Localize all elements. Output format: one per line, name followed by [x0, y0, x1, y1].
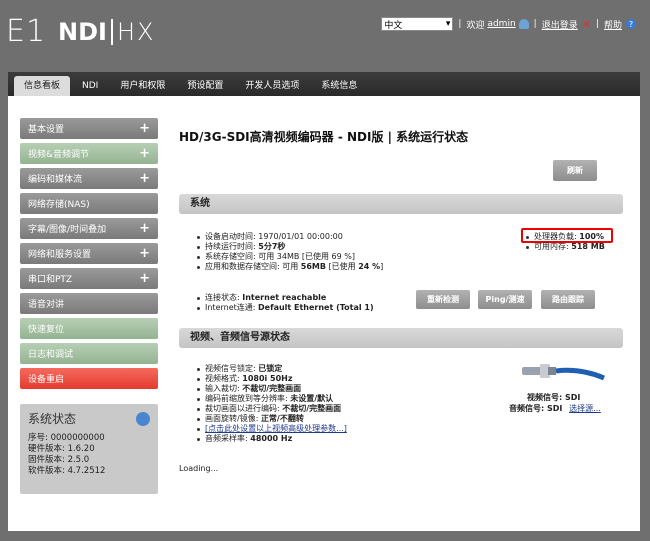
video-signal: 视频信号: SDI	[527, 393, 581, 402]
tab-presets[interactable]: 预设配置	[177, 76, 233, 96]
logout-link[interactable]: 退出登录	[542, 18, 578, 31]
sidebar-item-label: 视频&音频调节	[28, 150, 90, 160]
list-item: 编码前缩放到等分辨率: 未设置/默认	[195, 394, 495, 404]
logo-ndi: NDI	[58, 17, 107, 46]
sidebar-item-label: 快速复位	[28, 325, 65, 335]
list-item: 视频格式: 1080i 50Hz	[195, 374, 495, 384]
plus-icon: +	[139, 146, 150, 161]
system-status-title: 系统状态	[28, 412, 77, 426]
product-logo: E1 NDI HX	[6, 14, 155, 49]
list-item: Internet连通: Default Ethernet (Total 1)	[195, 303, 415, 313]
sidebar-item-av-adjust[interactable]: 视频&音频调节 +	[20, 143, 158, 164]
audio-signal: 音频信号: SDI 选择源...	[509, 404, 601, 413]
section-system: 系统	[179, 194, 623, 214]
content-panel: 基本设置 + 视频&音频调节 + 编码和媒体流 + 网络存储(NAS) 字幕/图像/时…	[8, 96, 640, 531]
list-item: 音频采样率: 48000 Hz	[195, 434, 495, 444]
info-icon	[136, 411, 150, 426]
main-nav: 信息看板 NDI 用户和权限 预设配置 开发人员选项 系统信息	[8, 72, 640, 96]
tab-dashboard[interactable]: 信息看板	[14, 76, 71, 96]
sidebar-item-label: 串口和PTZ	[28, 275, 73, 285]
loading-text: Loading...	[179, 464, 219, 473]
plus-icon: +	[139, 271, 150, 286]
page-title: HD/3G-SDI高清视频编码器 - NDI版 | 系统运行状态	[179, 130, 469, 144]
ping-button[interactable]: Ping/测速	[478, 290, 532, 309]
sidebar-item-encoding[interactable]: 编码和媒体流 +	[20, 168, 158, 189]
separator: |	[595, 19, 599, 29]
tab-ndi[interactable]: NDI	[72, 76, 108, 96]
language-selected: 中文	[384, 20, 403, 31]
sidebar-item-label: 网络存储(NAS)	[28, 200, 90, 210]
refresh-button[interactable]: 刷新	[553, 160, 597, 181]
av-info-list: 视频信号锁定: 已锁定 视频格式: 1080i 50Hz 输入裁切: 不裁切/完…	[195, 364, 495, 444]
sidebar-item-logs[interactable]: 日志和调试	[20, 343, 158, 364]
tab-developer[interactable]: 开发人员选项	[235, 76, 309, 96]
plus-icon: +	[139, 171, 150, 186]
help-link[interactable]: 帮助	[604, 18, 622, 31]
list-item: 应用和数据存储空间: 可用 56MB [已使用 24 %]	[195, 262, 435, 272]
advanced-settings-link[interactable]: [点击此处设置以上视频高级处理参数...]	[195, 424, 495, 434]
sidebar-item-quick-reset[interactable]: 快速复位	[20, 318, 158, 339]
tab-users[interactable]: 用户和权限	[110, 76, 175, 96]
system-status-box: 系统状态 序号: 0000000000 硬件版本: 1.6.20 固件版本: 2…	[20, 404, 158, 494]
top-bar: 中文 ▾ | 欢迎 admin | 退出登录 ✕ | 帮助 ?	[381, 17, 636, 31]
sidebar-item-label: 语音对讲	[28, 300, 65, 310]
sidebar-item-nas[interactable]: 网络存储(NAS)	[20, 193, 158, 214]
sdi-cable-icon	[522, 364, 605, 381]
recheck-button[interactable]: 重新检测	[416, 290, 470, 309]
plus-icon: +	[139, 221, 150, 236]
sidebar-item-reboot[interactable]: 设备重启	[20, 368, 158, 389]
network-info-list: 连接状态: Internet reachable Internet连通: Def…	[195, 293, 415, 313]
resource-list: 处理器负载: 100% 可用内存: 518 MB	[524, 232, 622, 252]
sidebar-item-label: 基本设置	[28, 125, 65, 135]
close-icon[interactable]: ✕	[582, 18, 591, 31]
help-icon[interactable]: ?	[626, 19, 636, 29]
username-link[interactable]: admin	[487, 19, 515, 29]
system-info-list: 设备启动时间: 1970/01/01 00:00:00 持续运行时间: 5分7秒…	[195, 232, 435, 272]
sidebar-item-label: 网络和服务设置	[28, 250, 92, 260]
list-item: 裁切画面以进行编码: 不裁切/完整画面	[195, 404, 495, 414]
select-source-link[interactable]: 选择源...	[569, 404, 601, 413]
logo-hx: HX	[116, 17, 156, 46]
list-item: 系统存储空间: 可用 34MB [已使用 69 %]	[195, 252, 435, 262]
chevron-down-icon: ▾	[445, 19, 451, 29]
separator: |	[533, 19, 537, 29]
sidebar-item-label: 编码和媒体流	[28, 175, 83, 185]
section-av-source: 视频、音频信号源状态	[179, 328, 623, 348]
list-item: 连接状态: Internet reachable	[195, 293, 415, 303]
welcome-text: 欢迎	[466, 20, 485, 31]
logo-divider	[110, 18, 113, 45]
list-item: 处理器负载: 100%	[524, 232, 622, 242]
sidebar: 基本设置 + 视频&音频调节 + 编码和媒体流 + 网络存储(NAS) 字幕/图像/时…	[20, 118, 158, 393]
list-item: 视频信号锁定: 已锁定	[195, 364, 495, 374]
sidebar-item-label: 字幕/图像/时间叠加	[28, 225, 107, 235]
list-item: 可用内存: 518 MB	[524, 242, 622, 252]
sidebar-item-network[interactable]: 网络和服务设置 +	[20, 243, 158, 264]
language-select[interactable]: 中文 ▾	[381, 17, 454, 31]
sidebar-item-intercom[interactable]: 语音对讲	[20, 293, 158, 314]
list-item: 画面旋转/镜像: 正常/不翻转	[195, 414, 495, 424]
serial-number: 序号: 0000000000	[28, 433, 105, 443]
sidebar-item-label: 日志和调试	[28, 350, 74, 360]
hardware-version: 硬件版本: 1.6.20	[28, 444, 95, 454]
list-item: 持续运行时间: 5分7秒	[195, 242, 435, 252]
traceroute-button[interactable]: 路由跟踪	[541, 290, 595, 309]
firmware-version: 固件版本: 2.5.0	[28, 455, 90, 465]
list-item: 设备启动时间: 1970/01/01 00:00:00	[195, 232, 435, 242]
plus-icon: +	[139, 246, 150, 261]
plus-icon: +	[139, 121, 150, 136]
logo-e1: E1	[6, 14, 47, 49]
sidebar-item-serial-ptz[interactable]: 串口和PTZ +	[20, 268, 158, 289]
sidebar-item-overlay[interactable]: 字幕/图像/时间叠加 +	[20, 218, 158, 239]
tab-system-info[interactable]: 系统信息	[311, 76, 367, 96]
list-item: 输入裁切: 不裁切/完整画面	[195, 384, 495, 394]
user-icon	[518, 19, 529, 29]
software-version: 软件版本: 4.7.2512	[28, 466, 106, 476]
separator: |	[458, 19, 462, 29]
sidebar-item-label: 设备重启	[28, 375, 65, 385]
sidebar-item-basic[interactable]: 基本设置 +	[20, 118, 158, 139]
